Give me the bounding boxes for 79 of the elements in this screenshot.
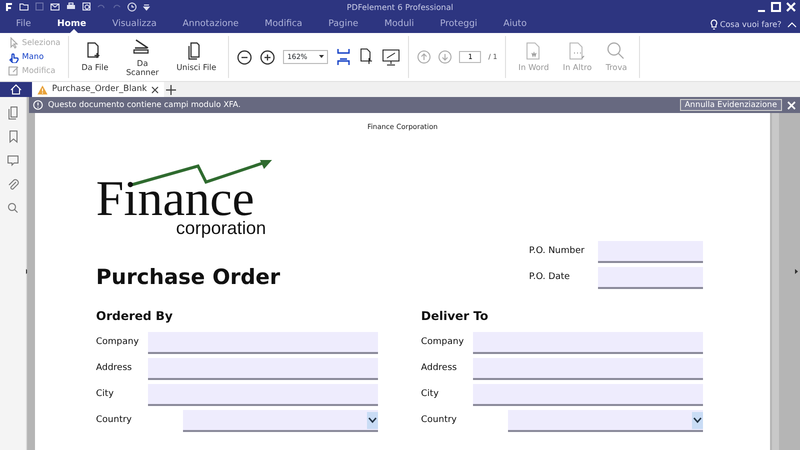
window-title: PDFelement 6 Professional xyxy=(346,2,454,14)
document-tab[interactable]: Purchase_Order_Blank xyxy=(32,82,164,97)
input-field[interactable] xyxy=(473,358,703,380)
field-label: City xyxy=(421,388,440,402)
clear-highlight-button[interactable]: Annulla Evidenziazione xyxy=(680,99,782,111)
menu-tab[interactable]: Pagine xyxy=(320,16,376,33)
caret-icon xyxy=(319,55,324,59)
info-icon xyxy=(33,100,43,110)
page-fit-icon[interactable] xyxy=(359,48,374,66)
input-field[interactable] xyxy=(598,240,703,262)
new-tab-button[interactable] xyxy=(164,82,178,97)
menu-tab[interactable]: Annotazione xyxy=(174,16,257,33)
notice-text: Questo documento contiene campi modulo XFA. xyxy=(48,99,241,111)
field-label: Company xyxy=(96,336,140,350)
field-label: Country xyxy=(96,414,133,428)
hand-icon xyxy=(8,50,19,63)
field-label: Address xyxy=(96,362,133,376)
zoom-out-icon xyxy=(237,50,252,64)
lightbulb-icon xyxy=(710,19,718,30)
ribbon-button[interactable]: Unisci File xyxy=(172,41,220,73)
attachment-icon[interactable] xyxy=(6,178,20,192)
input-field[interactable] xyxy=(473,332,703,354)
field-label: Company xyxy=(421,336,465,350)
folder-icon[interactable] xyxy=(19,2,29,11)
input-field[interactable] xyxy=(473,384,703,406)
home-tab[interactable] xyxy=(0,82,32,97)
scrollbar[interactable] xyxy=(772,113,779,450)
warning-icon xyxy=(37,84,48,94)
search-icon xyxy=(606,41,626,62)
help-search-link[interactable]: Cosa vuoi fare? xyxy=(720,18,782,30)
arrow-down-icon xyxy=(438,50,452,64)
field-label: Address xyxy=(421,362,458,376)
comment-icon[interactable] xyxy=(6,154,20,168)
input-field[interactable] xyxy=(148,332,378,354)
finance-logo: Finance corporation xyxy=(96,158,276,240)
zoom-out-button[interactable] xyxy=(237,50,252,64)
dropdown-field[interactable] xyxy=(183,410,378,432)
menu-tab[interactable]: Moduli xyxy=(376,16,432,33)
mail-icon[interactable] xyxy=(50,2,60,11)
field-label: P.O. Number xyxy=(529,244,586,258)
arrow-up-icon xyxy=(417,50,432,64)
field-label: Country xyxy=(421,414,458,428)
mode-button[interactable]: Mano xyxy=(8,50,44,64)
bookmark-icon[interactable] xyxy=(6,130,20,144)
cursor-icon xyxy=(8,36,19,49)
document-title: Purchase Order xyxy=(96,264,282,290)
fit-width-icon[interactable] xyxy=(336,48,352,66)
preview-icon[interactable] xyxy=(82,2,91,11)
fullscreen-icon[interactable] xyxy=(382,48,400,66)
menu-tab[interactable]: Visualizza xyxy=(104,16,175,33)
maximize-icon[interactable] xyxy=(771,1,781,13)
printer-icon[interactable] xyxy=(66,2,76,11)
input-field[interactable] xyxy=(148,358,378,380)
dropdown-icon[interactable] xyxy=(143,2,150,11)
zoom-in-button[interactable] xyxy=(260,50,276,64)
menu-tab[interactable]: File xyxy=(8,16,50,33)
app-logo-icon[interactable] xyxy=(5,2,13,11)
menu-tab[interactable]: Aiuto xyxy=(495,16,545,33)
home-icon xyxy=(10,84,22,95)
document-export-icon xyxy=(567,41,588,62)
plus-icon xyxy=(166,84,176,94)
close-icon[interactable] xyxy=(150,86,159,94)
field-label: P.O. Date xyxy=(529,270,571,284)
pencil-icon xyxy=(8,65,19,78)
clock-icon[interactable] xyxy=(127,2,137,12)
pages-icon[interactable] xyxy=(6,106,20,120)
menu-tab[interactable]: Proteggi xyxy=(432,16,496,33)
section-heading: Ordered By xyxy=(96,308,174,325)
field-label: City xyxy=(96,388,115,402)
ribbon-button[interactable]: Da File xyxy=(77,41,112,73)
ribbon-button[interactable]: Da Scanner xyxy=(118,36,166,78)
chevron-down-icon xyxy=(367,412,378,428)
menu-tab[interactable]: Modifica xyxy=(256,16,320,33)
chevron-down-icon xyxy=(692,412,703,428)
dropdown-field[interactable] xyxy=(508,410,703,432)
zoom-in-icon xyxy=(260,50,276,64)
input-field[interactable] xyxy=(598,266,703,288)
section-heading: Deliver To xyxy=(421,308,490,325)
input-field[interactable] xyxy=(148,384,378,406)
